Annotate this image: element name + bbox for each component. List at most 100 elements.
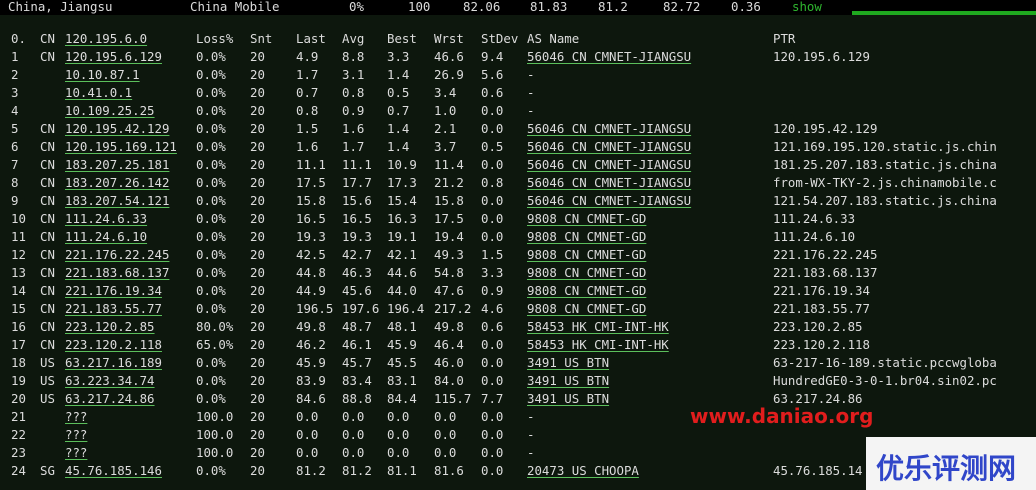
as-name-link[interactable]: 56046 CN CMNET-JIANGSU (527, 156, 691, 174)
hop-ip-link[interactable]: 221.183.68.137 (65, 264, 169, 282)
country-code: US (40, 391, 55, 406)
best-value: 15.4 (387, 193, 417, 208)
last-value: 0.0 (296, 427, 319, 442)
country-code: CN (40, 319, 55, 334)
last-value: 19.3 (296, 229, 326, 244)
loss-value: 100.0 (196, 427, 234, 442)
as-name-link[interactable]: 56046 CN CMNET-JIANGSU (527, 120, 691, 138)
wrst-value: 15.8 (434, 193, 464, 208)
hop-ip-link[interactable]: 120.195.42.129 (65, 120, 169, 138)
hop-number: 2 (11, 67, 19, 82)
wrst-value: 21.2 (434, 175, 464, 190)
table-row: 19 US 63.223.34.74 0.0% 20 83.9 83.4 83.1 84.0 0.… (0, 372, 1036, 390)
header-wrst: Wrst (434, 31, 464, 46)
stdev-value: 0.0 (481, 445, 504, 460)
as-name-link[interactable]: 3491 US BTN (527, 372, 609, 390)
country-code: CN (40, 157, 55, 172)
snt-value: 20 (250, 139, 265, 154)
ptr-value: 181.25.207.183.static.js.china (773, 157, 997, 172)
loss-value: 0.0% (196, 67, 226, 82)
stdev-value: 9.4 (481, 49, 504, 64)
as-name-link[interactable]: 9808 CN CMNET-GD (527, 228, 646, 246)
snt-value: 20 (250, 283, 265, 298)
last-value: 4.9 (296, 49, 319, 64)
stdev-value: 0.6 (481, 85, 504, 100)
last-value: 84.6 (296, 391, 326, 406)
hop-number: 20 (11, 391, 26, 406)
hop-ip-link[interactable]: 10.41.0.1 (65, 84, 132, 102)
avg-value: 11.1 (342, 157, 372, 172)
best-value: 17.3 (387, 175, 417, 190)
show-toggle[interactable]: show (792, 0, 822, 14)
as-name-link[interactable]: 56046 CN CMNET-JIANGSU (527, 174, 691, 192)
hop-ip-link[interactable]: 111.24.6.10 (65, 228, 147, 246)
hop-ip-link[interactable]: ??? (65, 426, 87, 444)
wrst-value: 47.6 (434, 283, 464, 298)
as-name-link[interactable]: 3491 US BTN (527, 354, 609, 372)
loss-value: 0.0% (196, 103, 226, 118)
hop-ip-link[interactable]: 63.223.34.74 (65, 372, 155, 390)
best-value: 16.3 (387, 211, 417, 226)
traceroute-panel: 0. CN 120.195.6.0 Loss% Snt Last Avg Bes… (0, 15, 1036, 490)
hop-number: 11 (11, 229, 26, 244)
hop-ip-link[interactable]: 221.176.19.34 (65, 282, 162, 300)
as-name-link[interactable]: 56046 CN CMNET-JIANGSU (527, 192, 691, 210)
as-name-link[interactable]: 56046 CN CMNET-JIANGSU (527, 138, 691, 156)
best-value: 44.0 (387, 283, 417, 298)
last-value: 0.0 (296, 409, 319, 424)
hop-ip-link[interactable]: 10.109.25.25 (65, 102, 155, 120)
as-name-link[interactable]: 9808 CN CMNET-GD (527, 264, 646, 282)
table-row: 21??? 100.0 20 0.0 0.0 0.0 0.0 0.0 - (0, 408, 1036, 426)
hop-ip-link[interactable]: 221.183.55.77 (65, 300, 162, 318)
snt-value: 20 (250, 409, 265, 424)
hop-ip-link[interactable]: 221.176.22.245 (65, 246, 169, 264)
header-ip-link[interactable]: 120.195.6.0 (65, 30, 147, 48)
loss-value: 0.0% (196, 463, 226, 478)
best-value: 83.1 (387, 373, 417, 388)
hop-ip-link[interactable]: 120.195.6.129 (65, 48, 162, 66)
country-code: CN (40, 49, 55, 64)
as-name-link[interactable]: 9808 CN CMNET-GD (527, 246, 646, 264)
hop-ip-link[interactable]: 223.120.2.118 (65, 336, 162, 354)
hop-ip-link[interactable]: 111.24.6.33 (65, 210, 147, 228)
avg-value: 0.9 (342, 103, 365, 118)
best-value: 1.4 (387, 121, 410, 136)
as-name-link[interactable]: 56046 CN CMNET-JIANGSU (527, 48, 691, 66)
hop-number: 5 (11, 121, 19, 136)
as-name-link[interactable]: 20473 US CHOOPA (527, 462, 639, 480)
snt-value: 20 (250, 103, 265, 118)
hop-ip-link[interactable]: 120.195.169.121 (65, 138, 177, 156)
hop-ip-link[interactable]: 10.10.87.1 (65, 66, 140, 84)
summary-location: China, Jiangsu (8, 0, 113, 14)
hop-ip-link[interactable]: 183.207.54.121 (65, 192, 169, 210)
as-name-link[interactable]: 9808 CN CMNET-GD (527, 282, 646, 300)
table-row: 9 CN 183.207.54.121 0.0% 20 15.8 15.6 15.4 15.8 0… (0, 192, 1036, 210)
last-value: 15.8 (296, 193, 326, 208)
hop-ip-link[interactable]: 45.76.185.146 (65, 462, 162, 480)
header-best: Best (387, 31, 417, 46)
country-code: CN (40, 211, 55, 226)
hop-ip-link[interactable]: 223.120.2.85 (65, 318, 155, 336)
snt-value: 20 (250, 337, 265, 352)
as-name-link[interactable]: 9808 CN CMNET-GD (527, 300, 646, 318)
as-name-link[interactable]: 58453 HK CMI-INT-HK (527, 318, 669, 336)
hop-ip-link[interactable]: ??? (65, 408, 87, 426)
last-value: 1.6 (296, 139, 319, 154)
loss-value: 0.0% (196, 121, 226, 136)
as-name-link[interactable]: 58453 HK CMI-INT-HK (527, 336, 669, 354)
avg-value: 19.3 (342, 229, 372, 244)
hop-ip-link[interactable]: 63.217.24.86 (65, 390, 155, 408)
hop-ip-link[interactable]: 183.207.26.142 (65, 174, 169, 192)
loss-value: 0.0% (196, 157, 226, 172)
as-name-link[interactable]: 9808 CN CMNET-GD (527, 210, 646, 228)
hop-ip-link[interactable]: 183.207.25.181 (65, 156, 169, 174)
summary-last: 82.06 (463, 0, 501, 14)
hop-ip-link[interactable]: 63.217.16.189 (65, 354, 162, 372)
ptr-value: 120.195.42.129 (773, 121, 878, 136)
as-name-link[interactable]: 3491 US BTN (527, 390, 609, 408)
hop-ip-link[interactable]: ??? (65, 444, 87, 462)
table-row: 2 10.10.87.1 0.0% 20 1.7 3.1 1.4 26.9 5.6 - (0, 66, 1036, 84)
table-row: 1 CN 120.195.6.129 0.0% 20 4.9 8.8 3.3 46.6 9.4 56… (0, 48, 1036, 66)
hop-number: 17 (11, 337, 26, 352)
hop-number: 15 (11, 301, 26, 316)
